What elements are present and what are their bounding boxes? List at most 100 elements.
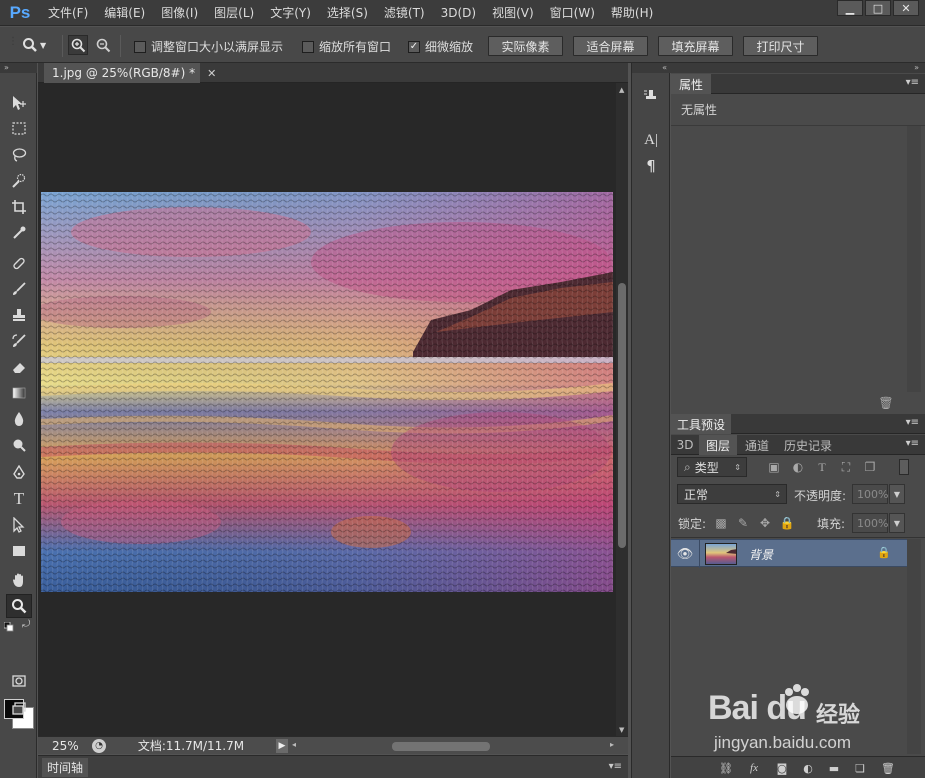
adjustment-filter-icon[interactable]: ◐: [791, 460, 805, 474]
zoom-all-checkbox[interactable]: [302, 40, 314, 53]
opacity-dropdown-icon[interactable]: ▼: [889, 484, 905, 504]
layer-row[interactable]: 👁 背景 🔒: [671, 539, 907, 568]
menu-filter[interactable]: 滤镜(T): [376, 0, 433, 26]
trash-icon[interactable]: 🗑: [878, 396, 893, 410]
lock-position-icon[interactable]: ✥: [758, 516, 772, 530]
status-info-icon[interactable]: ◔: [92, 738, 106, 753]
tab-channels[interactable]: 通道: [739, 435, 775, 455]
link-layers-icon[interactable]: ⛓: [719, 761, 733, 775]
hand-tool-icon[interactable]: [6, 568, 32, 592]
fit-screen-button[interactable]: 适合屏幕: [573, 36, 648, 56]
pen-tool-icon[interactable]: [6, 461, 32, 485]
zoom-all-option[interactable]: 缩放所有窗口: [302, 38, 391, 55]
scroll-right-icon[interactable]: ▸: [610, 740, 614, 749]
scroll-down-icon[interactable]: ▼: [619, 726, 624, 734]
pixel-filter-icon[interactable]: ▣: [767, 460, 781, 474]
document-tab[interactable]: 1.jpg @ 25%(RGB/8#) * ✕: [44, 63, 216, 83]
blend-mode-select[interactable]: 正常 ⇕: [677, 484, 787, 504]
menu-help[interactable]: 帮助(H): [603, 0, 661, 26]
delete-layer-icon[interactable]: 🗑: [881, 761, 895, 775]
opacity-input[interactable]: 100%: [852, 484, 888, 504]
scroll-up-icon[interactable]: ▲: [619, 86, 624, 94]
panel-menu-icon[interactable]: ▾≡: [906, 438, 919, 449]
menu-edit[interactable]: 编辑(E): [96, 0, 153, 26]
layer-name[interactable]: 背景: [749, 546, 773, 563]
fill-input[interactable]: 100%: [852, 513, 888, 533]
vertical-scrollbar[interactable]: ▲ ▼: [616, 83, 628, 736]
collapse-icon[interactable]: »: [0, 63, 37, 73]
swap-colors-icon[interactable]: ⤾: [22, 619, 30, 630]
panel-menu-icon[interactable]: ▾≡: [609, 761, 622, 772]
tab-properties[interactable]: 属性: [671, 74, 711, 94]
minimize-button[interactable]: ▁: [837, 0, 863, 16]
layers-scrollbar[interactable]: [907, 539, 921, 754]
tab-history[interactable]: 历史记录: [777, 435, 839, 455]
new-group-icon[interactable]: ▬: [827, 761, 841, 775]
zoom-level-field[interactable]: 25%: [38, 738, 88, 754]
adjustment-layer-icon[interactable]: ◐: [801, 761, 815, 775]
move-tool-icon[interactable]: [6, 91, 32, 115]
horizontal-scrollbar[interactable]: ◂ ▸: [292, 739, 614, 753]
layer-filter-select[interactable]: ⌕ 类型 ⇕: [677, 457, 747, 477]
healing-brush-tool-icon[interactable]: [6, 251, 32, 275]
vertical-scroll-thumb[interactable]: [618, 283, 626, 548]
type-filter-icon[interactable]: T: [815, 460, 829, 474]
tab-tool-presets[interactable]: 工具预设: [671, 414, 731, 434]
menu-layer[interactable]: 图层(L): [206, 0, 262, 26]
lock-transparent-icon[interactable]: ▩: [714, 516, 728, 530]
horizontal-scroll-thumb[interactable]: [392, 741, 490, 751]
zoom-tool-active-icon[interactable]: [6, 594, 32, 618]
print-size-button[interactable]: 打印尺寸: [743, 36, 818, 56]
crop-tool-icon[interactable]: [6, 195, 32, 219]
fill-dropdown-icon[interactable]: ▼: [889, 513, 905, 533]
clone-stamp-tool-icon[interactable]: [6, 303, 32, 327]
resize-windows-checkbox[interactable]: [134, 40, 146, 53]
close-button[interactable]: ✕: [893, 0, 919, 16]
add-mask-icon[interactable]: ◙: [775, 761, 789, 775]
menu-3d[interactable]: 3D(D): [433, 0, 484, 26]
character-dock-icon[interactable]: A|: [640, 129, 662, 151]
screen-mode-icon[interactable]: [6, 697, 32, 721]
fx-icon[interactable]: fx: [747, 761, 761, 775]
eyedropper-tool-icon[interactable]: [6, 221, 32, 245]
type-tool-icon[interactable]: T: [6, 487, 32, 511]
quick-selection-tool-icon[interactable]: [6, 169, 32, 193]
lock-pixels-icon[interactable]: ✎: [736, 516, 750, 530]
menu-view[interactable]: 视图(V): [484, 0, 542, 26]
smart-object-filter-icon[interactable]: ❐: [863, 460, 877, 474]
scroll-left-icon[interactable]: ◂: [292, 740, 296, 749]
menu-type[interactable]: 文字(Y): [262, 0, 319, 26]
panel-menu-icon[interactable]: ▾≡: [906, 77, 919, 88]
tool-preset-picker[interactable]: ▼: [22, 34, 58, 56]
paragraph-dock-icon[interactable]: ¶: [640, 155, 662, 177]
scrubby-zoom-option[interactable]: ✓ 细微缩放: [408, 38, 473, 55]
document-canvas[interactable]: [38, 83, 616, 736]
lock-all-icon[interactable]: 🔒: [780, 516, 795, 530]
shape-filter-icon[interactable]: ⛶: [839, 460, 853, 474]
collapse-icon[interactable]: «: [632, 63, 671, 73]
zoom-out-button[interactable]: [93, 35, 113, 55]
history-brush-tool-icon[interactable]: [6, 329, 32, 353]
filter-toggle[interactable]: [899, 459, 909, 475]
default-colors-icon[interactable]: [3, 621, 14, 632]
quick-mask-icon[interactable]: [6, 669, 32, 693]
collapse-icon[interactable]: »: [671, 63, 925, 73]
menu-image[interactable]: 图像(I): [153, 0, 206, 26]
panel-menu-icon[interactable]: ▾≡: [906, 417, 919, 428]
marquee-tool-icon[interactable]: [6, 117, 32, 141]
resize-windows-option[interactable]: 调整窗口大小以满屏显示: [134, 38, 283, 55]
path-selection-tool-icon[interactable]: [6, 513, 32, 537]
new-layer-icon[interactable]: ❏: [853, 761, 867, 775]
tab-3d[interactable]: 3D: [671, 435, 699, 455]
menu-file[interactable]: 文件(F): [40, 0, 96, 26]
brush-tool-icon[interactable]: [6, 277, 32, 301]
visibility-eye-icon[interactable]: 👁: [677, 546, 694, 562]
close-tab-icon[interactable]: ✕: [207, 67, 216, 80]
tab-layers[interactable]: 图层: [699, 435, 737, 455]
maximize-button[interactable]: □: [865, 0, 891, 16]
gradient-tool-icon[interactable]: [6, 381, 32, 405]
actual-pixels-button[interactable]: 实际像素: [488, 36, 563, 56]
status-menu-arrow-icon[interactable]: ▶: [276, 738, 288, 753]
timeline-tab[interactable]: 时间轴: [42, 758, 88, 777]
eraser-tool-icon[interactable]: [6, 355, 32, 379]
